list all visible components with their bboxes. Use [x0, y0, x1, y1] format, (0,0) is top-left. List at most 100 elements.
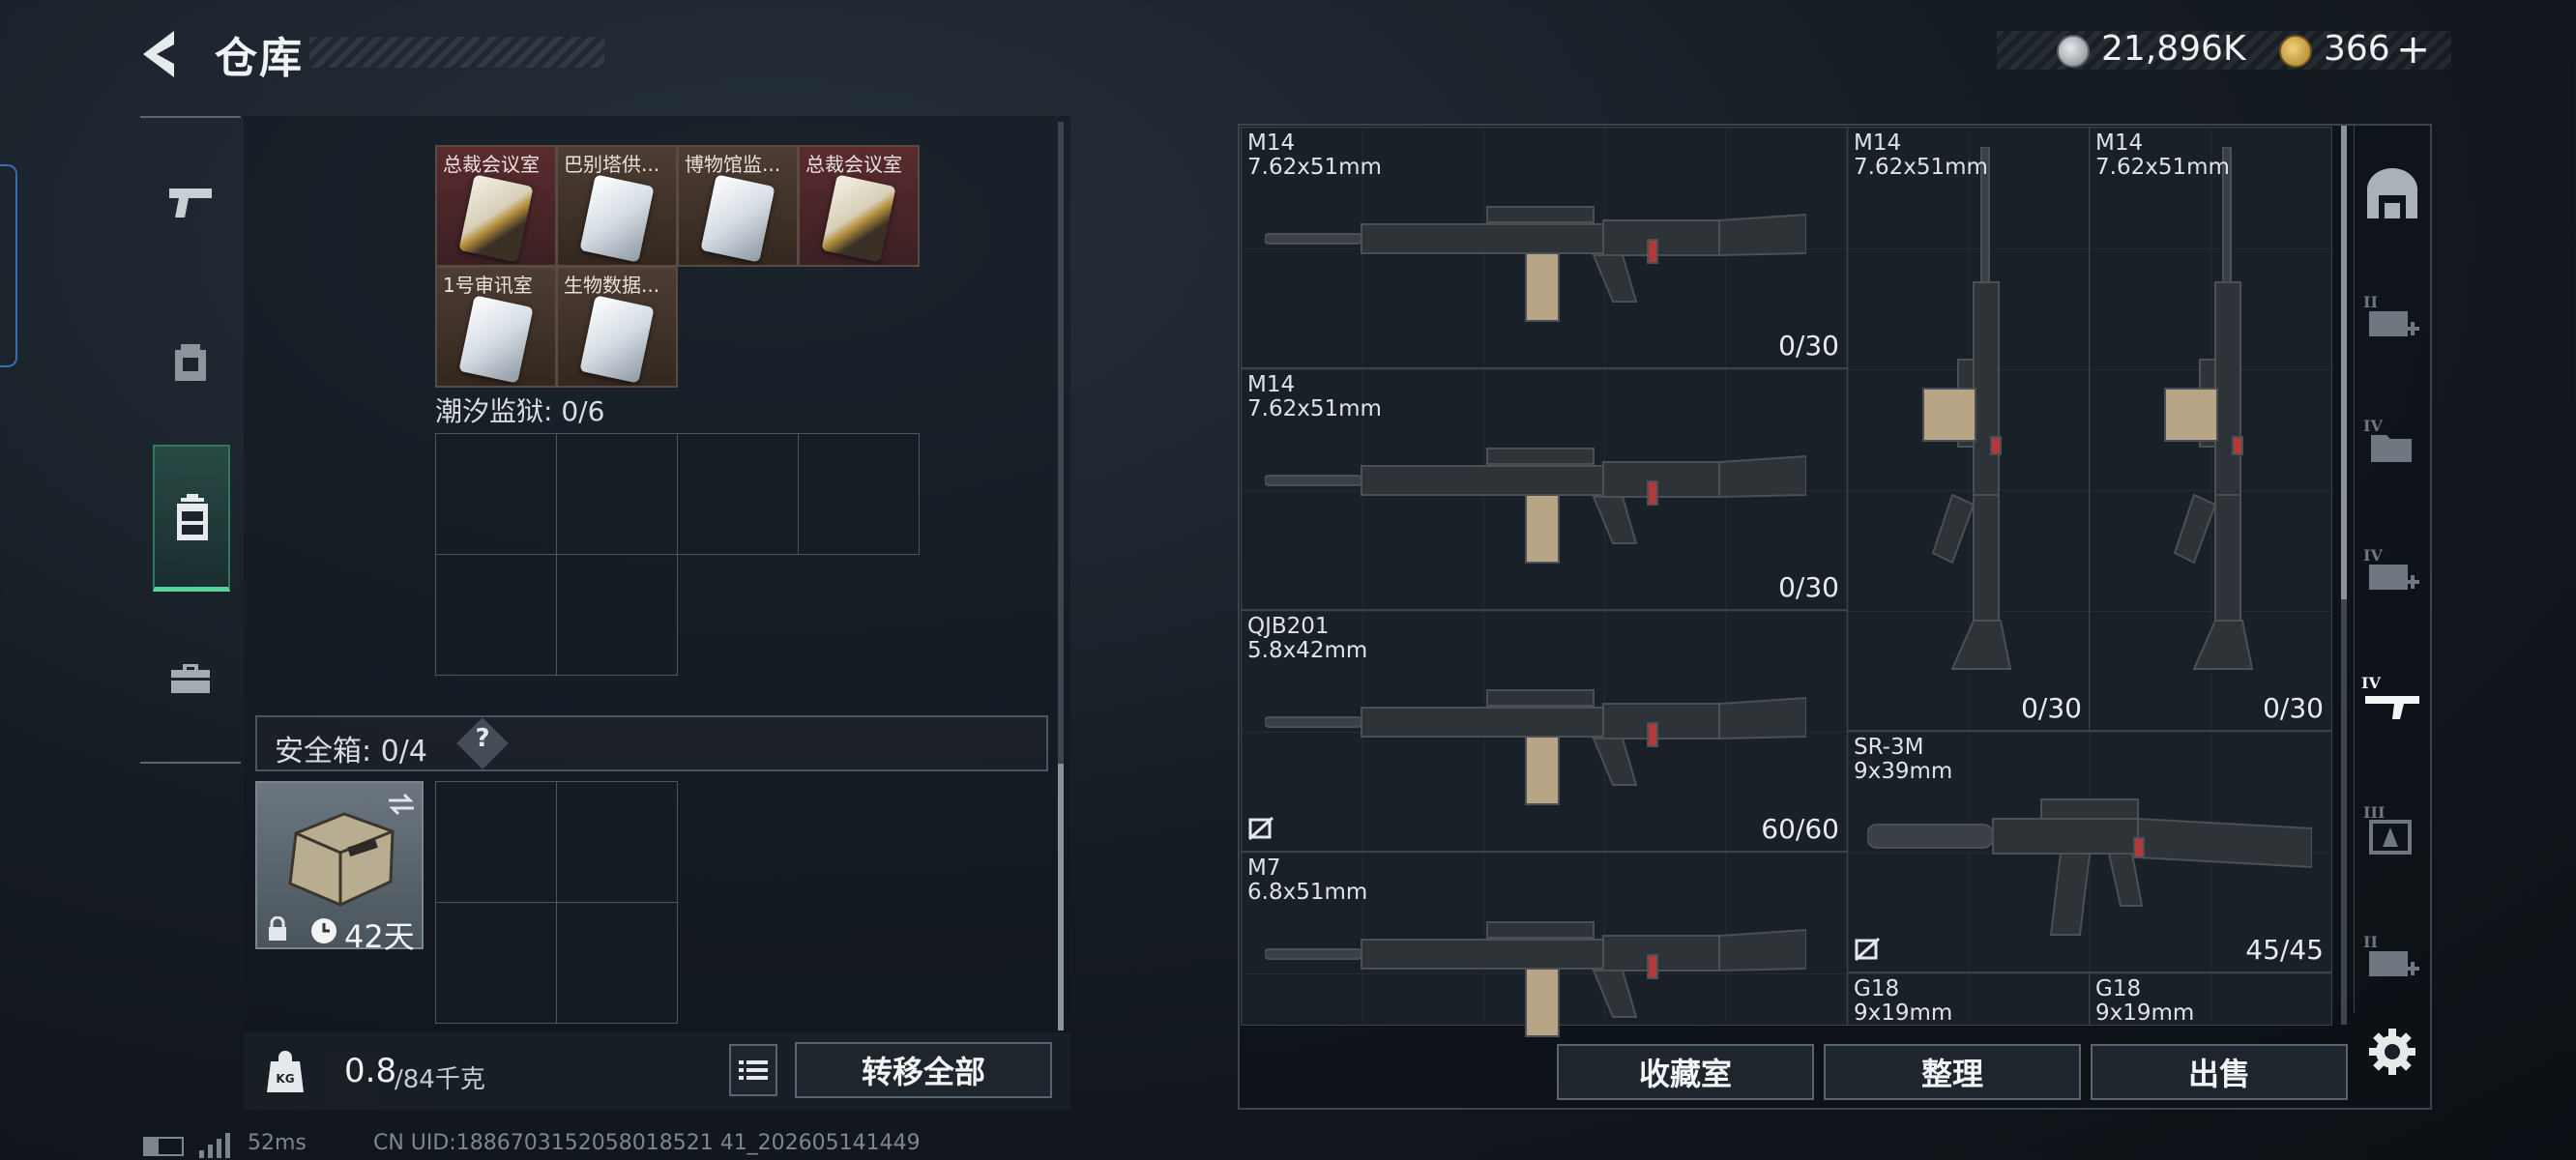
rifle-image: [1264, 659, 1807, 818]
medkit-icon: IV: [2363, 547, 2419, 590]
sidebar-edge-tab[interactable]: [0, 164, 17, 367]
safe-box-icon: [288, 812, 395, 907]
weapon-slot[interactable]: M14 7.62x51mm 0/30: [1241, 368, 1848, 610]
keycard-item[interactable]: 生物数据...: [556, 266, 678, 388]
title-decoration: [309, 37, 604, 68]
rifle-image: [1264, 176, 1807, 334]
nav-active-icon: [157, 481, 228, 553]
empty-slot[interactable]: [556, 554, 678, 676]
pistol-icon: [169, 188, 212, 218]
vault-icon: [2367, 168, 2417, 218]
weapon-name: M14: [1247, 130, 1296, 156]
back-button[interactable]: [135, 27, 193, 81]
empty-slot[interactable]: [798, 433, 920, 555]
category-tier2-supplies[interactable]: II: [2354, 920, 2431, 998]
weapon-slot[interactable]: M14 7.62x51mm 0/30: [1847, 127, 2091, 731]
keycard-label: 博物馆监...: [685, 153, 781, 176]
sell-button[interactable]: 出售: [2091, 1044, 2348, 1100]
weapon-caliber: 7.62x51mm: [2095, 155, 2230, 180]
weapon-caliber: 7.62x51mm: [1247, 396, 1382, 421]
weapon-caliber: 9x19mm: [2095, 1000, 2195, 1026]
category-tier2-medical[interactable]: II: [2354, 280, 2431, 358]
category-all[interactable]: [2354, 155, 2431, 232]
right-scrollbar-thumb[interactable]: [2341, 126, 2347, 599]
uid-text: CN UID:1886703152058018521 41_2026051414…: [373, 1131, 921, 1155]
weapon-slot[interactable]: SR-3M 9x39mm 45/45: [1847, 731, 2332, 972]
collection-room-button[interactable]: 收藏室: [1557, 1044, 1814, 1100]
weapon-caliber: 7.62x51mm: [1854, 155, 1988, 180]
svg-text:IV: IV: [2361, 675, 2381, 692]
weapon-slot[interactable]: M7 6.8x51mm: [1241, 852, 1848, 1037]
left-scrollbar-thumb[interactable]: [1058, 764, 1064, 1030]
weapon-slot[interactable]: M14 7.62x51mm 0/30: [2089, 127, 2332, 731]
nav-item-equipment[interactable]: [155, 325, 226, 396]
add-currency-button[interactable]: +: [2396, 25, 2430, 72]
empty-slot[interactable]: [677, 433, 799, 555]
ammo-count: 45/45: [2245, 934, 2324, 966]
briefcase-icon: [171, 664, 210, 693]
empty-slot[interactable]: [556, 902, 678, 1024]
keycard-item[interactable]: 1号审讯室: [435, 266, 557, 388]
keycard-item[interactable]: 博物馆监...: [677, 145, 799, 267]
category-tier3-armor[interactable]: III: [2354, 793, 2431, 870]
empty-slot[interactable]: [435, 554, 557, 676]
ammo-count: 0/30: [2263, 692, 2324, 724]
keycard-item[interactable]: 总裁会议室: [435, 145, 557, 267]
empty-slot[interactable]: [435, 433, 557, 555]
supplies-icon: II: [2363, 934, 2419, 976]
keycard-icon: [458, 295, 534, 384]
keycard-item[interactable]: 总裁会议室: [798, 145, 920, 267]
empty-slot[interactable]: [556, 433, 678, 555]
list-view-button[interactable]: [729, 1044, 777, 1096]
safe-box-item[interactable]: 42天: [255, 781, 424, 955]
nav-item-weapons[interactable]: [155, 166, 226, 238]
empty-slot[interactable]: [435, 781, 557, 903]
safe-item-days: 42天: [344, 918, 415, 955]
rifle-icon: IV: [2361, 675, 2419, 719]
keycard-item[interactable]: 巴别塔供...: [556, 145, 678, 267]
list-icon: [739, 1060, 768, 1080]
weapon-name: M14: [1854, 130, 1902, 156]
empty-slot[interactable]: [435, 902, 557, 1024]
svg-text:KG: KG: [276, 1072, 294, 1086]
weapon-name: G18: [1854, 976, 1900, 1001]
category-tier4-folder[interactable]: IV: [2354, 404, 2431, 481]
weapon-slot[interactable]: G18 9x19mm: [1847, 972, 2091, 1026]
empty-slot[interactable]: [556, 781, 678, 903]
nav-item-case[interactable]: [155, 642, 226, 713]
help-icon: ?: [475, 724, 490, 753]
safe-box-label: 安全箱: 0/4: [275, 735, 427, 768]
category-tier4-medical[interactable]: IV: [2354, 534, 2431, 611]
rifle-image: [1866, 770, 2313, 948]
weapon-name: QJB201: [1247, 614, 1330, 639]
organize-button[interactable]: 整理: [1824, 1044, 2081, 1100]
signal-icon: [197, 1131, 236, 1160]
tidal-prison-label: 潮汐监狱: 0/6: [435, 395, 605, 427]
medkit-icon: II: [2363, 294, 2419, 336]
swap-icon[interactable]: [385, 791, 418, 818]
keycard-icon: [579, 174, 655, 263]
rifle-image: [1264, 418, 1807, 576]
page-title: 仓库: [215, 34, 304, 83]
ping-value: 52ms: [248, 1131, 307, 1155]
gear-icon: [2369, 1029, 2415, 1075]
folder-icon: IV: [2363, 418, 2412, 462]
rifle-image: [1264, 891, 1807, 1050]
svg-text:II: II: [2363, 934, 2378, 951]
gold-amount: 366: [2324, 29, 2390, 69]
settings-button[interactable]: [2363, 1023, 2421, 1081]
silver-amount: 21,896K: [2101, 29, 2246, 69]
no-insure-icon: [1854, 937, 1881, 966]
weapon-slot[interactable]: M14 7.62x51mm 0/30: [1241, 127, 1848, 368]
weapon-slot[interactable]: QJB201 5.8x42mm 60/60: [1241, 610, 1848, 852]
weapon-caliber: 9x39mm: [1854, 759, 1953, 784]
no-insure-icon: [1247, 816, 1274, 845]
keycard-label: 巴别塔供...: [564, 153, 660, 176]
transfer-all-button[interactable]: 转移全部: [795, 1042, 1052, 1098]
armor-icon: III: [2363, 804, 2412, 855]
ammo-count: 0/30: [1778, 571, 1839, 603]
svg-text:IV: IV: [2363, 418, 2383, 435]
category-tier4-weapons[interactable]: IV: [2354, 661, 2431, 739]
weapon-slot[interactable]: G18 9x19mm: [2089, 972, 2332, 1026]
weapon-name: M14: [1247, 372, 1296, 397]
